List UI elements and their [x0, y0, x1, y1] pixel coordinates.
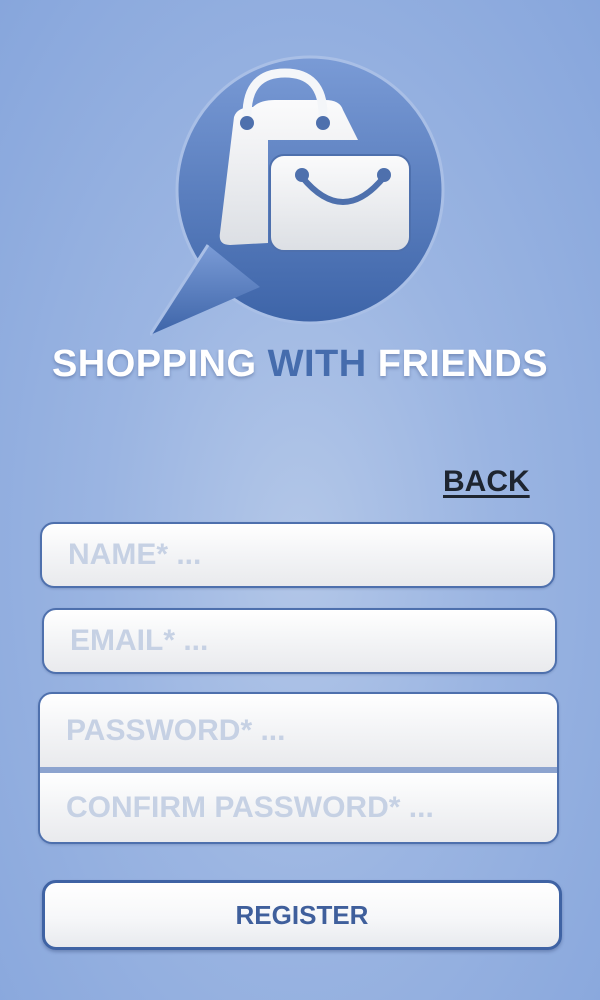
app-logo: [148, 55, 450, 340]
title-word-friends: FRIENDS: [377, 343, 549, 385]
title-word-with: WITH: [267, 343, 367, 385]
name-field-container: [40, 522, 555, 588]
back-link[interactable]: BACK: [443, 463, 530, 501]
password-field-container: [40, 694, 557, 767]
email-field-container: [42, 608, 557, 674]
name-input[interactable]: [42, 524, 553, 586]
password-field-group: [38, 692, 559, 844]
confirm-password-input[interactable]: [40, 773, 557, 842]
title-word-shopping: SHOPPING: [51, 343, 257, 385]
shopping-bags-speech-bubble-icon: [148, 55, 445, 336]
password-input[interactable]: [40, 694, 557, 767]
confirm-password-field-container: [40, 773, 557, 842]
register-button[interactable]: REGISTER: [42, 880, 562, 950]
email-input[interactable]: [44, 610, 555, 672]
app-title: SHOPPING WITH FRIENDS: [0, 338, 600, 390]
